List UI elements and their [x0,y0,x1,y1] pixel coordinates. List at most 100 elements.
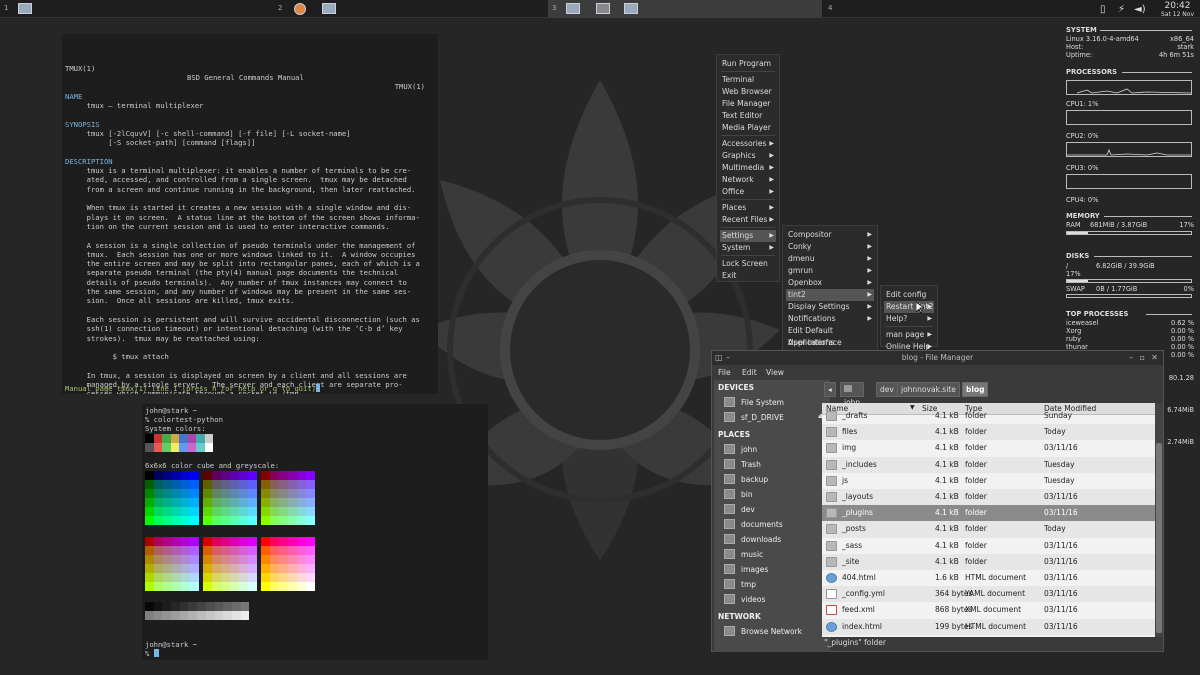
menu-item-terminal[interactable]: Terminal [720,74,776,86]
scrollbar-thumb[interactable] [1156,443,1162,633]
workspace-3[interactable]: 3 [548,0,822,18]
file-row[interactable]: files 4.1 kB folder Today [822,424,1155,441]
sidebar-item-file-system[interactable]: File System [724,396,828,410]
color-swatch [288,516,297,525]
sidebar-item-john[interactable]: john [724,443,828,457]
prompt-input[interactable]: % [145,649,159,658]
folder-icon [724,397,735,407]
sidebar-item-dev[interactable]: dev [724,503,828,517]
sidebar-item-tmp[interactable]: tmp [724,578,828,592]
sidebar-heading: PLACES [718,430,751,439]
workspace-2[interactable]: 2 [274,0,544,18]
menu-item-media-player[interactable]: Media Player [720,122,776,134]
crumb-john[interactable]: john [840,382,865,407]
sidebar-item-browse-network[interactable]: Browse Network [724,625,828,639]
menu-edit[interactable]: Edit [742,368,757,377]
file-manager-icon[interactable] [596,3,610,14]
menu-item-gmrun[interactable]: gmrun ▶ [786,265,874,277]
workspace-4[interactable]: 4 [824,0,1094,18]
minimize-button[interactable]: – [1129,351,1133,365]
window-icon[interactable] [322,3,336,14]
file-row[interactable]: _plugins 4.1 kB folder 03/11/16 [822,505,1155,522]
sidebar-item-downloads[interactable]: downloads [724,533,828,547]
close-button[interactable]: ✕ [1151,351,1158,365]
window-title-bar[interactable]: blog - File Manager [712,351,1163,365]
back-arrow-icon[interactable]: ◂ [824,382,836,397]
menu-item-network[interactable]: Network ▶ [720,174,776,186]
sidebar-item-videos[interactable]: videos [724,593,828,607]
sidebar-item-bin[interactable]: bin [724,488,828,502]
menu-item-edit-config-file[interactable]: Edit config file▶ [884,289,934,311]
terminal-window-icon[interactable] [566,3,580,14]
sidebar-item-sf-d-drive[interactable]: sf_D_DRIVE [724,411,828,425]
file-row[interactable]: _posts 4.1 kB folder Today [822,521,1155,538]
color-swatch [279,546,288,555]
menu-item-settings[interactable]: Settings ▶ [720,230,776,242]
menu-item-user-interface-settings[interactable]: User Interface Settings [786,337,874,359]
file-row[interactable]: _site 4.1 kB folder 03/11/16 [822,553,1155,570]
menu-item-recent-files[interactable]: Recent Files ▶ [720,214,776,226]
menu-item-edit-default-applications[interactable]: Edit Default Applications [786,325,874,347]
sidebar-item-images[interactable]: images [724,563,828,577]
menu-item-openbox[interactable]: Openbox ▶ [786,277,874,289]
file-row[interactable]: _layouts 4.1 kB folder 03/11/16 [822,489,1155,506]
workspace-1[interactable]: 1 [0,0,270,18]
menu-view[interactable]: View [766,368,784,377]
menu-item-label: gmrun [788,266,813,275]
menu-item-multimedia[interactable]: Multimedia ▶ [720,162,776,174]
file-list-scrollbar[interactable] [1155,403,1163,637]
file-row[interactable]: 404.html 1.6 kB HTML document 03/11/16 [822,570,1155,586]
file-row[interactable]: _sass 4.1 kB folder 03/11/16 [822,538,1155,554]
sidebar-item-documents[interactable]: documents [724,518,828,532]
menu-item-office[interactable]: Office ▶ [720,186,776,198]
menu-file[interactable]: File [718,368,731,377]
menu-item-file-manager[interactable]: File Manager [720,98,776,110]
menu-item-dmenu[interactable]: dmenu ▶ [786,253,874,265]
menu-item-accessories[interactable]: Accessories ▶ [720,138,776,150]
menu-item-text-editor[interactable]: Text Editor [720,110,776,122]
menu-item-tint2[interactable]: tint2 ▶ [786,289,874,301]
crumb-dev[interactable]: dev [876,382,898,397]
file-row[interactable]: feed.xml 868 bytes XML document 03/11/16 [822,602,1155,618]
menu-item-display-settings[interactable]: Display Settings ▶ [786,301,874,313]
menu-item-restart-tint2[interactable]: Restart tint2 ▶ [884,301,934,313]
file-row[interactable]: _includes 4.1 kB folder Tuesday [822,456,1155,473]
pin-icon[interactable]: – [726,351,730,365]
network-icon[interactable]: ⚡ [1118,4,1125,15]
menu-item-man-page[interactable]: man page ▶ [884,329,934,341]
menu-item-run-program[interactable]: Run Program [720,58,776,70]
file-row[interactable]: _drafts 4.1 kB folder Sunday [822,408,1155,424]
menu-item-help-[interactable]: Help? ▶ [884,313,934,325]
crumb-johnnovak-site[interactable]: johnnovak.site [897,382,960,397]
sidebar-item-backup[interactable]: backup [724,473,828,487]
clipboard-icon[interactable]: ▯ [1100,4,1106,15]
volume-icon[interactable]: ◄) [1134,4,1146,15]
menu-item-label: Restart tint2 [886,302,934,311]
menu-item-graphics[interactable]: Graphics ▶ [720,150,776,162]
folder-icon [724,549,735,559]
file-row[interactable]: index.html 199 bytes HTML document 03/11/16 [822,618,1155,635]
menu-item-exit[interactable]: Exit [720,270,776,282]
clock[interactable]: 20:42 Sat 12 Nov [1161,1,1194,18]
menu-item-conky[interactable]: Conky ▶ [786,241,874,253]
man-page-terminal[interactable]: TMUX(1) BSD General Commands Manual TMUX… [62,34,438,394]
window-icon[interactable] [624,3,638,14]
menu-item-lock-screen[interactable]: Lock Screen [720,258,776,270]
menu-item-notifications[interactable]: Notifications ▶ [786,313,874,325]
colortest-terminal[interactable]: john@stark ~ % colortest-python System c… [142,404,488,660]
window-menu-icon[interactable]: ◫ [715,351,723,365]
file-row[interactable]: js 4.1 kB folder Tuesday [822,473,1155,489]
firefox-icon[interactable] [294,3,306,15]
menu-item-web-browser[interactable]: Web Browser [720,86,776,98]
sidebar-item-music[interactable]: music [724,548,828,562]
file-row[interactable]: _config.yml 364 bytes YAML document 03/11/1… [822,586,1155,603]
xml-file-icon [826,605,837,616]
sidebar-item-trash[interactable]: Trash [724,458,828,472]
maximize-button[interactable]: ▫ [1140,351,1145,365]
menu-item-system[interactable]: System ▶ [720,242,776,254]
window-icon[interactable] [18,3,32,14]
file-row[interactable]: img 4.1 kB folder 03/11/16 [822,440,1155,456]
menu-item-compositor[interactable]: Compositor ▶ [786,229,874,241]
menu-item-places[interactable]: Places ▶ [720,202,776,214]
crumb-blog[interactable]: blog [962,382,989,397]
